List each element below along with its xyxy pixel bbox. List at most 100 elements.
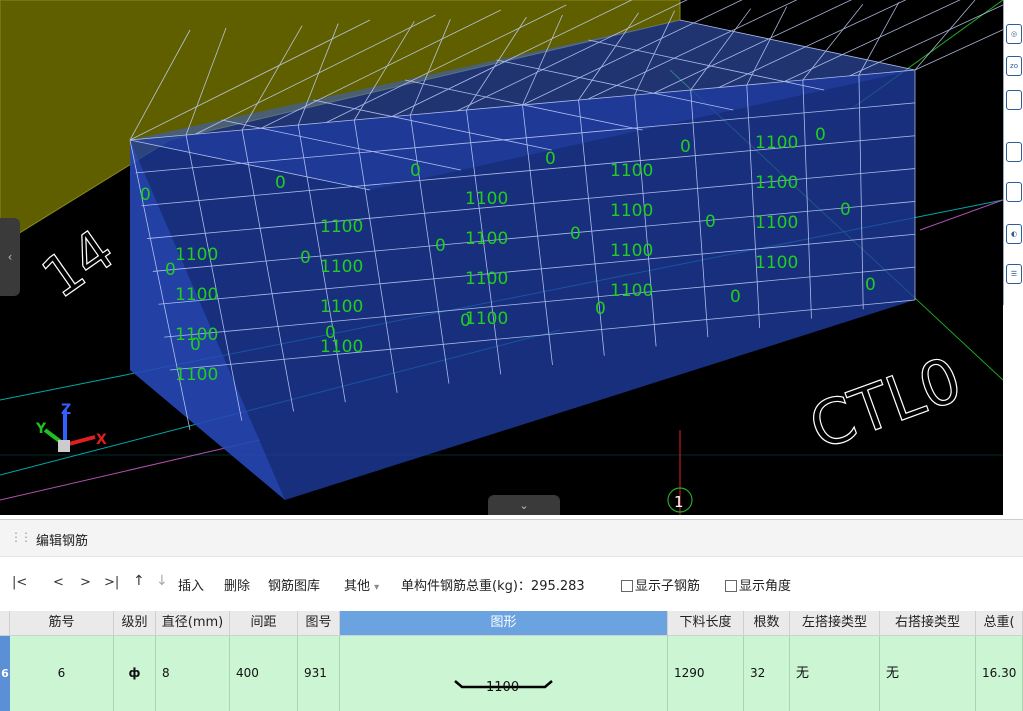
cell-total-weight[interactable]: 16.30 [976,636,1023,711]
view-box-icon[interactable] [1006,90,1022,110]
column-header[interactable]: 级别 [114,611,156,636]
floor-label: CTL0 [800,342,971,464]
shape-length-label: 1100 [486,680,520,695]
rebar-label: 0 [300,248,311,268]
rebar-label: 0 [275,173,286,193]
show-angle-checkbox[interactable]: 显示角度 [725,575,791,594]
cell-left-lap[interactable]: 无 [790,636,880,711]
next-record-button[interactable]: > [80,575,91,590]
rebar-label: 1100 [465,269,508,289]
rebar-wire [914,29,1003,71]
column-header[interactable]: 直径(mm) [156,611,230,636]
rebar-label: 1100 [610,161,653,181]
rebar-library-button[interactable]: 钢筋图库 [268,575,320,594]
column-header[interactable]: 总重( [976,611,1023,636]
rebar-label: 1100 [755,173,798,193]
axis-gizmo: Z X Y [35,402,107,452]
chevron-left-icon: ‹ [7,250,13,264]
rebar-label: 1100 [320,257,363,277]
filter-icon[interactable]: ◐ [1006,224,1022,244]
checkbox-icon [621,580,633,592]
row-index[interactable]: 6 [0,636,10,711]
rebar-label: 1100 [175,285,218,305]
rebar-label: 1100 [175,365,218,385]
cell-shape[interactable]: 1100 [340,636,668,711]
rebar-label: 1100 [465,229,508,249]
show-angle-label: 显示角度 [739,579,792,594]
total-weight-label: 单构件钢筋总重(kg)：295.283 [401,579,585,594]
rebar-label: 1100 [465,309,508,329]
rebar-label: 1100 [755,213,798,233]
rebar-label: 1100 [175,245,218,265]
rebar-label: 1100 [610,281,653,301]
column-header[interactable]: 根数 [744,611,790,636]
rebar-label: 0 [840,200,851,220]
column-header[interactable]: 间距 [230,611,298,636]
show-sub-rebar-label: 显示子钢筋 [635,579,701,594]
rebar-label: 0 [815,125,826,145]
rebar-label: 1100 [610,241,653,261]
other-menu-label: 其他 [344,579,371,594]
rebar-label: 1100 [320,217,363,237]
rebar-label: 0 [140,185,151,205]
column-header[interactable]: 左搭接类型 [790,611,880,636]
view-toolbar: ◎ zo ◐ ☰ [1003,0,1023,305]
column-header[interactable]: 下料长度 [668,611,744,636]
cell-cut-length[interactable]: 1290 [668,636,744,711]
rebar-3d-scene: 0000000000000000001100110011001100110011… [0,0,1003,515]
rebar-label: 1100 [610,201,653,221]
cad-line [919,199,1003,231]
rebar-wire [914,0,976,71]
3d-viewport[interactable]: 0 0 0 0 0 0 0 0 0 0 0 0 0 0 0 0 0 0 1100 1100 1100 1100 1100 11… [0,0,1003,515]
cad-line [0,439,261,501]
floor-label-2: 14 [31,217,127,311]
delete-button[interactable]: 删除 [224,575,250,594]
cell-spacing[interactable]: 400 [230,636,298,711]
svg-text:Y: Y [35,421,47,437]
rebar-label: 0 [570,224,581,244]
svg-text:X: X [96,432,107,448]
chevron-down-icon: ⌄ [519,498,529,512]
cell-diameter[interactable]: 8 [156,636,230,711]
move-up-button[interactable]: ↑ [133,573,145,589]
rebar-label: 0 [865,275,876,295]
column-header[interactable]: 图号 [298,611,340,636]
cell-grade[interactable]: ф [114,636,156,711]
orbit-icon[interactable]: ◎ [1006,24,1022,44]
rebar-label: 1100 [320,297,363,317]
rebar-label: 0 [435,236,446,256]
move-down-button[interactable]: ↓ [156,573,168,589]
first-record-button[interactable]: |< [12,575,27,590]
rebar-label: 0 [410,161,421,181]
list-icon[interactable]: ☰ [1006,264,1022,284]
rebar-label: 1100 [755,253,798,273]
column-header[interactable]: 图形 [340,611,668,636]
checkbox-icon [725,580,737,592]
row-header-corner [0,611,10,636]
rebar-label: 0 [595,299,606,319]
grid-marker-label: 1 [674,493,684,511]
insert-button[interactable]: 插入 [178,575,204,594]
rebar-label: 1100 [320,337,363,357]
view-cube-icon[interactable] [1006,142,1022,162]
rebar-label: 0 [680,137,691,157]
zoom-button[interactable]: zo [1006,56,1022,76]
drag-grip-icon[interactable]: ⋮⋮ [10,530,32,544]
cell-count[interactable]: 32 [744,636,790,711]
show-sub-rebar-checkbox[interactable]: 显示子钢筋 [621,575,700,594]
select-box-icon[interactable] [1006,182,1022,202]
rebar-table: 筋号 级别 直径(mm) 间距 图号 图形 下料长度 根数 左搭接类型 右搭接类… [0,611,1023,711]
prev-record-button[interactable]: < [53,575,64,590]
cell-bar-no[interactable]: 6 [10,636,114,711]
other-menu-button[interactable]: 其他 ▾ [344,575,379,594]
column-header[interactable]: 右搭接类型 [880,611,976,636]
column-header[interactable]: 筋号 [10,611,114,636]
rebar-label: 1100 [755,133,798,153]
collapse-left-handle[interactable]: ‹ [0,218,20,296]
last-record-button[interactable]: >| [104,575,119,590]
cell-figure-no[interactable]: 931 [298,636,340,711]
edit-rebar-panel-header: ⋮⋮ 编辑钢筋 [0,519,1023,557]
rebar-label: 0 [545,149,556,169]
cell-right-lap[interactable]: 无 [880,636,976,711]
collapse-bottom-handle[interactable]: ⌄ [488,495,560,515]
